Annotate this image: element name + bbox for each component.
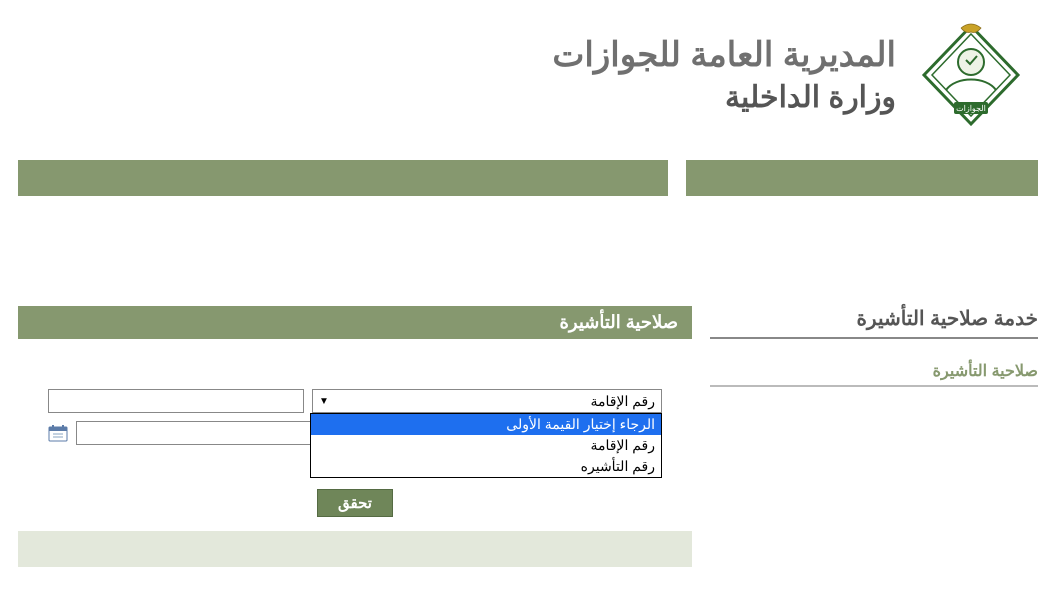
top-bar-row [0, 160, 1056, 196]
panel-title: صلاحية التأشيرة [18, 306, 692, 339]
header-subtitle: وزارة الداخلية [552, 80, 896, 115]
logo-text: الجوازات [956, 104, 986, 113]
page-header: الجوازات المديرية العامة للجوازات وزارة … [0, 0, 1056, 160]
panel-footer-bar [18, 531, 692, 567]
header-title: المديرية العامة للجوازات [552, 35, 896, 76]
dropdown-option-iqama[interactable]: رقم الإقامة [311, 435, 661, 456]
service-title: خدمة صلاحية التأشيرة [710, 306, 1038, 339]
id-number-input[interactable] [48, 389, 304, 413]
top-bar-right [686, 160, 1038, 196]
chevron-down-icon: ▼ [319, 396, 329, 407]
id-type-dropdown: الرجاء إختيار القيمة الأولى رقم الإقامة … [310, 413, 662, 478]
agency-logo: الجوازات [916, 20, 1026, 130]
verify-button[interactable]: تحقق [317, 489, 393, 517]
header-text-block: المديرية العامة للجوازات وزارة الداخلية [552, 35, 896, 115]
id-type-select[interactable]: رقم الإقامة ▼ الرجاء إختيار القيمة الأول… [312, 389, 662, 413]
dropdown-option-visa[interactable]: رقم التأشيره [311, 456, 661, 477]
sidebar-link-visa-validity[interactable]: صلاحية التأشيرة [710, 361, 1038, 387]
select-value: رقم الإقامة [591, 393, 656, 410]
top-bar-left [18, 160, 668, 196]
sidebar: خدمة صلاحية التأشيرة صلاحية التأشيرة [710, 306, 1038, 387]
dropdown-option-placeholder[interactable]: الرجاء إختيار القيمة الأولى [311, 414, 661, 435]
form-panel: صلاحية التأشيرة رقم الإقامة ▼ الرجاء إخت… [18, 306, 692, 567]
calendar-icon[interactable] [48, 424, 68, 442]
date-input[interactable] [76, 421, 332, 445]
